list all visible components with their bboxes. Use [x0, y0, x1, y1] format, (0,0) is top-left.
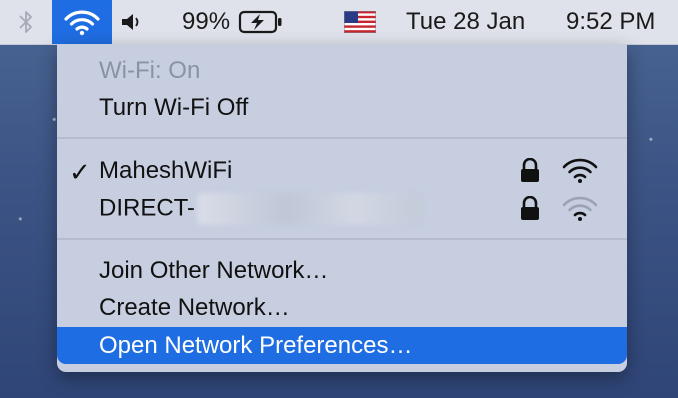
wifi-status-item: Wi-Fi: On	[57, 52, 627, 89]
bluetooth-menu-extra[interactable]	[0, 0, 52, 44]
create-network-item[interactable]: Create Network…	[57, 289, 627, 326]
network-item-direct[interactable]: DIRECT-	[57, 190, 627, 227]
network-name-redacted	[197, 192, 421, 225]
network-name-prefix: DIRECT-	[99, 193, 195, 221]
bluetooth-icon	[19, 11, 32, 33]
create-network-label: Create Network…	[99, 293, 290, 321]
wifi-dropdown-menu: Wi-Fi: On Turn Wi-Fi Off ✓ MaheshWiFi DI…	[57, 44, 627, 372]
network-item-mahesh[interactable]: ✓ MaheshWiFi	[57, 152, 627, 189]
menu-bar: 99% Tue 28 Jan 9:52 PM	[0, 0, 678, 45]
wifi-icon	[64, 10, 100, 36]
battery-percent: 99%	[182, 8, 231, 35]
network-name: MaheshWiFi	[99, 156, 233, 184]
open-network-preferences-item[interactable]: Open Network Preferences…	[57, 327, 627, 364]
turn-wifi-off-label: Turn Wi-Fi Off	[99, 93, 249, 121]
connected-checkmark-icon: ✓	[69, 157, 91, 187]
volume-menu-extra[interactable]	[112, 0, 152, 44]
battery-menu-extra[interactable]: 99%	[152, 0, 320, 44]
wifi-signal-weak-icon	[562, 196, 598, 221]
input-source-menu-extra[interactable]	[320, 0, 400, 44]
lock-icon	[521, 196, 539, 220]
menu-separator	[57, 238, 627, 240]
wifi-menu-extra[interactable]	[52, 0, 112, 44]
join-other-network-item[interactable]: Join Other Network…	[57, 252, 627, 289]
menu-separator	[57, 137, 627, 139]
menu-bar-time[interactable]: 9:52 PM	[560, 0, 678, 44]
join-other-network-label: Join Other Network…	[99, 256, 329, 284]
turn-wifi-off-item[interactable]: Turn Wi-Fi Off	[57, 89, 627, 126]
volume-icon	[122, 14, 139, 30]
open-network-preferences-label: Open Network Preferences…	[99, 331, 413, 359]
wifi-status-label: Wi-Fi: On	[99, 56, 201, 84]
us-flag-icon	[344, 11, 376, 33]
wifi-signal-full-icon	[562, 158, 598, 183]
lock-icon	[521, 158, 539, 182]
battery-charging-icon	[238, 10, 282, 34]
network-name: DIRECT-	[99, 192, 421, 225]
menu-bar-date[interactable]: Tue 28 Jan	[400, 0, 560, 44]
